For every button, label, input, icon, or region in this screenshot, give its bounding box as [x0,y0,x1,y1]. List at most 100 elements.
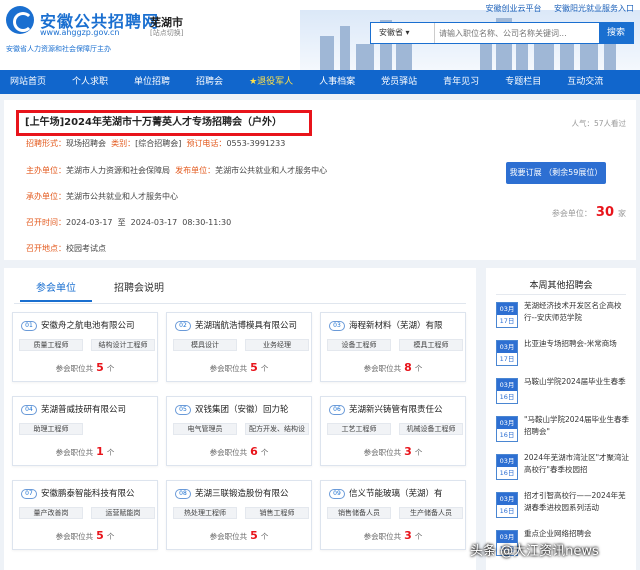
job-tag[interactable]: 生产储备人员 [399,507,463,519]
region-select[interactable]: 安徽省 ▾ [371,23,435,43]
job-tag[interactable]: 配方开发、结构设 [245,423,309,435]
job-tag[interactable]: 量产改善岗 [19,507,83,519]
company-card[interactable]: 05 双钱集团（安徽）回力轮 电气管理员 配方开发、结构设 参会职位共 6 个 [166,396,312,466]
nav-job-seeking[interactable]: 个人求职 [72,70,108,94]
company-card[interactable]: 04 芜湖普威技研有限公司 助理工程师 参会职位共 1 个 [12,396,158,466]
job-tag[interactable]: 工艺工程师 [327,423,391,435]
fair-month: 03月 [497,455,517,467]
job-tags: 热处理工程师 销售工程师 [173,507,309,519]
other-fair-title[interactable]: 马鞍山学院2024届毕业生春季 [524,376,630,388]
search-input[interactable] [439,23,599,43]
other-fair-title[interactable]: 比亚迪专场招聘会-米常商场 [524,338,630,350]
value-publisher: 芜湖市公共就业和人才服务中心 [215,166,328,175]
job-tag[interactable]: 设备工程师 [327,339,391,351]
company-name[interactable]: 芜湖新兴铸管有限责任公 [349,403,465,415]
entrepreneur-cloud-link[interactable]: 安徽创业云平台 [485,4,541,13]
company-name[interactable]: 芜湖瑞航浩博模具有限公司 [195,319,311,331]
tab-exhibitors[interactable]: 参会单位 [20,278,92,302]
nav-home[interactable]: 网站首页 [10,70,46,94]
other-fair-item[interactable]: 03月 17日 比亚迪专场招聘会-米常商场 [496,338,630,374]
job-tag[interactable]: 业务经理 [245,339,309,351]
nav-topics[interactable]: 专题栏目 [505,70,541,94]
job-tag[interactable]: 质量工程师 [19,339,83,351]
company-card[interactable]: 03 海程新材料（芜湖）有限 设备工程师 模具工程师 参会职位共 8 个 [320,312,466,382]
job-tag[interactable]: 运营赋能岗 [91,507,155,519]
other-fair-title[interactable]: 招才引智高校行——2024年芜湖春季进校园系列活动 [524,490,630,514]
company-number: 03 [329,321,345,331]
search-button[interactable]: 搜索 [599,23,633,43]
job-fair-detail: [上午场]2024年芜湖市十万菁英人才专场招聘会（户外） 人气：57人看过 招聘… [4,100,636,260]
job-tag[interactable]: 热处理工程师 [173,507,237,519]
job-tag[interactable]: 机械设备工程师 [399,423,463,435]
job-tag[interactable]: 助理工程师 [19,423,83,435]
fair-date-badge: 03月 16日 [496,492,518,518]
label-format: 招聘形式： [26,139,66,148]
company-card[interactable]: 08 芜湖三联锻造股份有限公 热处理工程师 销售工程师 参会职位共 5 个 [166,480,312,550]
nav-veterans[interactable]: ★退役军人 [249,70,293,94]
label-location: 召开地点： [26,244,66,253]
nav-party-station[interactable]: 党员驿站 [381,70,417,94]
job-tag[interactable]: 销售储备人员 [327,507,391,519]
company-number: 01 [21,321,37,331]
job-count: 参会职位共 3 个 [321,445,465,458]
job-count: 参会职位共 5 个 [167,529,311,542]
fair-day: 17日 [499,355,515,363]
nav-youth-internship[interactable]: 青年见习 [443,70,479,94]
site-logo[interactable] [6,6,34,34]
fair-month: 03月 [497,303,517,315]
nav-interaction[interactable]: 互动交流 [567,70,603,94]
company-card[interactable]: 01 安徽舟之航电池有限公司 质量工程师 结构设计工程师 参会职位共 5 个 [12,312,158,382]
company-name[interactable]: 安徽舟之航电池有限公司 [41,319,157,331]
job-tag[interactable]: 结构设计工程师 [91,339,155,351]
job-tag[interactable]: 模具设计 [173,339,237,351]
count-label: 参会单位： [551,209,592,218]
nav-recruitment[interactable]: 单位招聘 [134,70,170,94]
job-count-label: 参会职位共 [363,364,402,373]
job-count-unit: 个 [106,532,115,541]
company-name[interactable]: 双钱集团（安徽）回力轮 [195,403,311,415]
company-name[interactable]: 海程新材料（芜湖）有限 [349,319,465,331]
other-fair-title[interactable]: 重点企业网络招聘会 [524,528,630,540]
company-number: 04 [21,405,37,415]
other-fair-item[interactable]: 03月 16日 马鞍山学院2024届毕业生春季 [496,376,630,412]
other-fair-title[interactable]: 芜湖经济技术开发区名企高校行--安庆师范学院 [524,300,630,324]
nav-job-fair[interactable]: 招聘会 [196,70,223,94]
company-number: 02 [175,321,191,331]
sunshine-employment-link[interactable]: 安徽阳光就业服务入口 [554,4,634,13]
company-card[interactable]: 06 芜湖新兴铸管有限责任公 工艺工程师 机械设备工程师 参会职位共 3 个 [320,396,466,466]
job-count: 参会职位共 3 个 [321,529,465,542]
book-booth-button[interactable]: 我要订展 （剩余59展位） [506,162,606,184]
company-card[interactable]: 02 芜湖瑞航浩博模具有限公司 模具设计 业务经理 参会职位共 5 个 [166,312,312,382]
nav-personnel-files[interactable]: 人事档案 [319,70,355,94]
company-name[interactable]: 芜湖普威技研有限公司 [41,403,157,415]
company-name[interactable]: 芜湖三联锻造股份有限公 [195,487,311,499]
company-name[interactable]: 安徽鹏泰智能科技有限公 [41,487,157,499]
other-fair-title[interactable]: 2024年芜湖市湾沚区"才聚湾沚高校行"春季校园招 [524,452,630,476]
fair-day: 17日 [499,317,515,325]
company-name[interactable]: 信义节能玻璃（芜湖）有 [349,487,465,499]
city-switch-link[interactable]: [站点切换] [150,28,183,38]
job-count-value: 5 [250,361,258,374]
other-fair-item[interactable]: 03月 17日 芜湖经济技术开发区名企高校行--安庆师范学院 [496,300,630,336]
job-tag[interactable]: 销售工程师 [245,507,309,519]
job-tags: 助理工程师 [19,423,155,435]
sidebar-other-fairs: 本周其他招聘会 03月 17日 芜湖经济技术开发区名企高校行--安庆师范学院 03月… [486,268,636,570]
job-count-unit: 个 [260,448,269,457]
other-fair-title[interactable]: "马鞍山学院2024届毕业生春季招聘会" [524,414,630,438]
other-fair-item[interactable]: 03月 16日 招才引智高校行——2024年芜湖春季进校园系列活动 [496,490,630,526]
job-tags: 设备工程师 模具工程师 [327,339,463,351]
job-tag[interactable]: 电气管理员 [173,423,237,435]
fair-date-badge: 03月 17日 [496,302,518,328]
job-tag[interactable]: 模具工程师 [399,339,463,351]
tab-fair-notes[interactable]: 招聘会说明 [114,278,164,300]
search-box: 安徽省 ▾ 搜索 [370,22,634,44]
fair-date-badge: 03月 16日 [496,378,518,404]
job-count-label: 参会职位共 [55,364,94,373]
other-fair-item[interactable]: 03月 16日 2024年芜湖市湾沚区"才聚湾沚高校行"春季校园招 [496,452,630,488]
site-header: 安徽公共招聘网 www.ahggzp.gov.cn 安徽省人力资源和社会保障厅主… [0,0,640,70]
job-count-label: 参会职位共 [209,364,248,373]
company-card[interactable]: 09 信义节能玻璃（芜湖）有 销售储备人员 生产储备人员 参会职位共 3 个 [320,480,466,550]
other-fair-item[interactable]: 03月 16日 "马鞍山学院2024届毕业生春季招聘会" [496,414,630,450]
job-count-label: 参会职位共 [55,532,94,541]
company-card[interactable]: 07 安徽鹏泰智能科技有限公 量产改善岗 运营赋能岗 参会职位共 5 个 [12,480,158,550]
